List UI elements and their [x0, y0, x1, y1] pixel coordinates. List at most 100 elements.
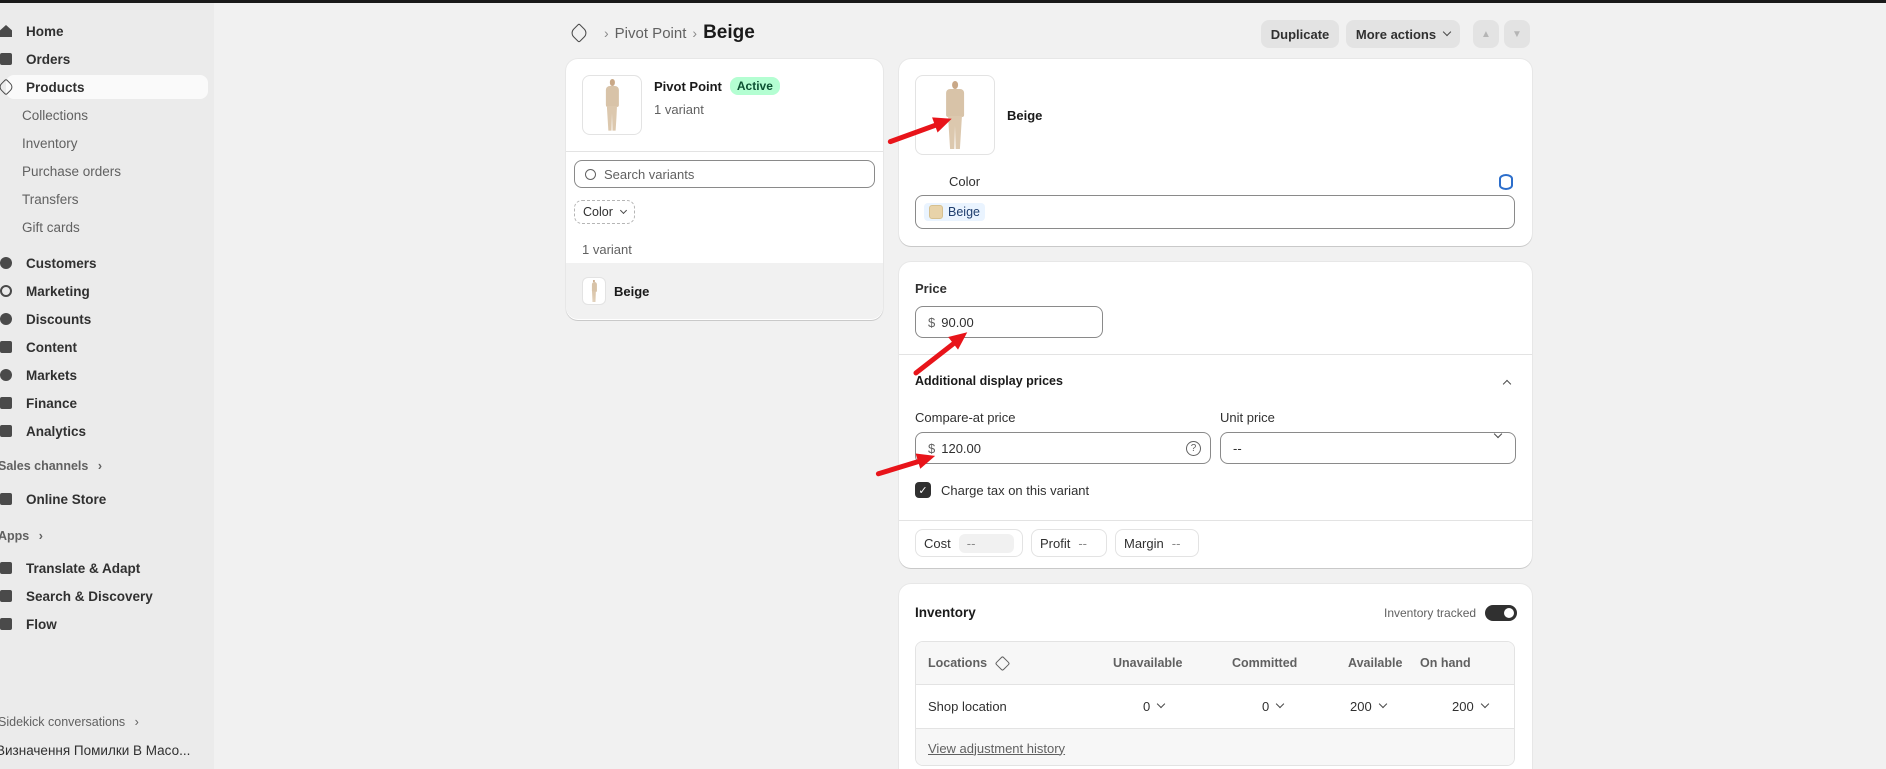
sidebar-item-analytics[interactable]: Analytics	[0, 419, 87, 443]
unit-price-value: --	[1233, 440, 1242, 456]
database-icon[interactable]	[1499, 174, 1513, 190]
button-label: More actions	[1355, 26, 1437, 42]
color-filter[interactable]: Color	[574, 200, 635, 224]
unavailable-value: 0	[1143, 698, 1151, 714]
sidebar-item-purchase-orders[interactable]: Purchase orders	[22, 159, 121, 183]
sales-channels-header[interactable]: Sales channels ›	[0, 459, 102, 473]
apps-header[interactable]: Apps ›	[0, 529, 43, 543]
previous-variant-button[interactable]: ▲	[1473, 20, 1499, 48]
sidebar-item-marketing[interactable]: Marketing	[0, 279, 90, 303]
chevron-up-icon[interactable]	[1502, 379, 1512, 389]
sidebar-item-gift-cards[interactable]: Gift cards	[22, 215, 80, 239]
sidebar-item-flow[interactable]: Flow	[0, 612, 57, 636]
sidebar-item-discounts[interactable]: Discounts	[0, 307, 92, 331]
bank-icon	[0, 395, 16, 411]
variant-title: Beige	[1007, 108, 1043, 123]
margin-field: Margin --	[1115, 529, 1199, 557]
search-icon	[585, 168, 596, 180]
page-title: Beige	[703, 22, 755, 43]
sidebar-item-label: Analytics	[26, 423, 87, 439]
available-dropdown[interactable]: 200	[1350, 684, 1387, 728]
price-label: Price	[915, 281, 947, 296]
variant-list-count: 1 variant	[582, 242, 632, 257]
sidebar-item-transfers[interactable]: Transfers	[22, 187, 79, 211]
sidebar-item-inventory[interactable]: Inventory	[22, 131, 78, 155]
additional-prices-title[interactable]: Additional display prices	[915, 374, 1063, 388]
header-label: Locations	[928, 656, 988, 670]
sidebar-item-label: Finance	[26, 395, 78, 411]
next-variant-button[interactable]: ▼	[1504, 20, 1530, 48]
sidebar-item-label: Markets	[26, 367, 78, 383]
search-discovery-icon	[0, 588, 16, 604]
cost-field[interactable]: Cost --	[915, 529, 1023, 557]
chevron-down-icon	[1480, 699, 1489, 709]
color-option-field[interactable]: Beige	[915, 195, 1515, 229]
chevron-right-icon: ›	[38, 529, 43, 543]
search-variants-input[interactable]: Search variants	[574, 160, 875, 188]
sidebar-item-orders[interactable]: Orders	[0, 47, 71, 71]
checkbox-checked[interactable]: ✓	[915, 482, 931, 498]
on-hand-dropdown[interactable]: 200	[1452, 684, 1489, 728]
sidebar-item-content[interactable]: Content	[0, 335, 77, 359]
section-label: Sales channels	[0, 459, 89, 473]
sidebar-item-online-store[interactable]: Online Store	[0, 487, 106, 511]
inventory-tracked-toggle[interactable]	[1485, 605, 1517, 621]
cost-label: Cost	[924, 535, 951, 551]
profit-label: Profit	[1040, 535, 1071, 551]
sidebar-item-finance[interactable]: Finance	[0, 391, 78, 415]
committed-value: 0	[1262, 698, 1270, 714]
top-bar	[0, 0, 1886, 3]
price-input[interactable]: $ 90.00	[915, 306, 1103, 338]
sidebar-item-markets[interactable]: Markets	[0, 363, 78, 387]
sidebar-item-products[interactable]: Products	[0, 75, 208, 99]
charge-tax-label: Charge tax on this variant	[941, 482, 1090, 498]
button-label: Duplicate	[1270, 26, 1330, 42]
column-header-locations: Locations	[928, 642, 1011, 684]
variant-thumbnail	[582, 277, 606, 305]
inventory-card: Inventory Inventory tracked Locations Un…	[899, 584, 1532, 769]
unit-price-select[interactable]: --	[1220, 429, 1516, 464]
chevron-up-icon: ▲	[1481, 28, 1491, 40]
sidebar-item-translate-adapt[interactable]: Translate & Adapt	[0, 556, 140, 580]
status-badge: Active	[729, 77, 780, 95]
committed-dropdown[interactable]: 0	[1262, 684, 1285, 728]
sidebar-item-home[interactable]: Home	[0, 19, 64, 43]
variant-list-item[interactable]: Beige	[566, 263, 883, 319]
sidebar-item-label: Search & Discovery	[26, 588, 153, 604]
charge-tax-checkbox-row[interactable]: ✓ Charge tax on this variant	[915, 482, 1089, 498]
sidebar-item-collections[interactable]: Collections	[22, 103, 88, 127]
location-name: Shop location	[928, 698, 1007, 714]
pencil-icon[interactable]	[994, 655, 1011, 671]
divider	[899, 354, 1532, 355]
variant-count: 1 variant	[654, 102, 704, 117]
product-title[interactable]: Pivot Point	[654, 79, 722, 94]
discount-icon	[0, 311, 16, 327]
sidebar-item-customers[interactable]: Customers	[0, 251, 97, 275]
cost-value: --	[958, 533, 1014, 553]
margin-label: Margin	[1124, 535, 1164, 551]
chevron-down-icon	[1442, 27, 1452, 37]
available-value: 200	[1350, 698, 1372, 714]
sidekick-header[interactable]: Sidekick conversations ›	[0, 715, 139, 729]
sidebar-item-label: Discounts	[26, 311, 92, 327]
sidebar-item-label: Orders	[26, 51, 71, 67]
sidebar-item-search-discovery[interactable]: Search & Discovery	[0, 584, 153, 608]
compare-at-price-input[interactable]: $ 120.00 ?	[915, 432, 1211, 464]
divider	[566, 151, 883, 152]
pricing-card: Price $ 90.00 Additional display prices …	[899, 262, 1532, 568]
column-header-available: Available	[1348, 642, 1403, 684]
more-actions-button[interactable]: More actions	[1346, 20, 1460, 48]
breadcrumb: › Pivot Point › Beige	[569, 22, 755, 44]
tag-icon	[569, 23, 589, 43]
color-chip[interactable]: Beige	[924, 203, 985, 221]
variant-image[interactable]	[915, 75, 995, 155]
help-icon[interactable]: ?	[1186, 440, 1201, 456]
unavailable-dropdown[interactable]: 0	[1143, 684, 1166, 728]
view-adjustment-history-link[interactable]: View adjustment history	[928, 726, 1065, 765]
duplicate-button[interactable]: Duplicate	[1261, 20, 1339, 48]
column-header-unavailable: Unavailable	[1113, 642, 1183, 684]
breadcrumb-parent-link[interactable]: Pivot Point	[615, 25, 687, 42]
filter-label: Color	[583, 205, 613, 219]
sidekick-conversation[interactable]: Визначення Помилки В Масо...	[0, 743, 190, 758]
profit-field: Profit --	[1031, 529, 1107, 557]
